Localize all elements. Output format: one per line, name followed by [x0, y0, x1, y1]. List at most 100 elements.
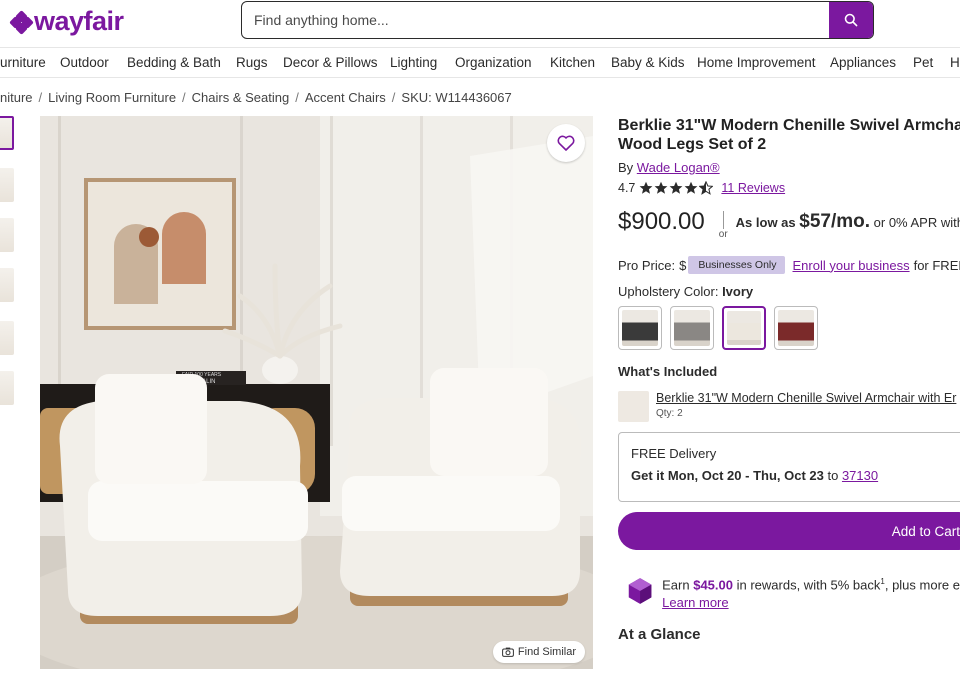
nav-item-home-improvement[interactable]: Home Improvement — [697, 55, 816, 70]
businesses-only-badge: Businesses Only — [688, 256, 785, 274]
swatch-ivory[interactable] — [722, 306, 766, 350]
whats-included-heading: What's Included — [618, 364, 718, 379]
swatch-gray-preview — [674, 310, 710, 346]
header: wayfair — [0, 0, 960, 44]
thumbnail-1[interactable] — [0, 116, 14, 150]
or-label: or — [718, 229, 728, 240]
nav-item-appliances[interactable]: Appliances — [830, 55, 896, 70]
enroll-business-link[interactable]: Enroll your business — [793, 258, 910, 273]
color-label: Upholstery Color: — [618, 284, 719, 299]
financing-prefix: As low as — [735, 215, 796, 230]
financing-info[interactable]: As low as $57/mo. or 0% APR with — [736, 211, 960, 233]
rewards-suffix-2: , plus more e — [884, 577, 960, 593]
included-item-qty: Qty: 2 — [656, 408, 683, 419]
nav-item-decor-pillows[interactable]: Decor & Pillows — [283, 55, 378, 70]
search-input[interactable] — [242, 2, 829, 38]
star-icon — [669, 181, 683, 194]
nav-item-h[interactable]: H — [950, 55, 960, 70]
pro-price-label: Pro Price: — [618, 257, 676, 273]
brand-link[interactable]: Wade Logan® — [637, 160, 720, 175]
nav-item-bedding-bath[interactable]: Bedding & Bath — [127, 55, 221, 70]
price: $900.00 — [618, 208, 705, 235]
add-to-cart-button[interactable]: Add to Cart — [618, 512, 960, 550]
wayfair-logo-mark-icon — [9, 9, 34, 35]
nav-item-organization[interactable]: Organization — [455, 55, 532, 70]
thumbnail-2[interactable] — [0, 168, 14, 202]
star-icon — [654, 181, 668, 194]
rewards-suffix: in rewards, with 5% back — [736, 577, 881, 593]
zip-code-link[interactable]: 37130 — [842, 468, 878, 483]
favorite-button[interactable] — [547, 124, 585, 162]
heart-icon — [557, 135, 575, 151]
swatch-black[interactable] — [618, 306, 662, 350]
nav-item-urniture[interactable]: urniture — [0, 55, 46, 70]
product-title-line-2: Wood Legs Set of 2 — [618, 136, 767, 153]
search-button[interactable] — [829, 2, 873, 38]
included-item-link[interactable]: Berklie 31"W Modern Chenille Swivel Armc… — [656, 391, 956, 405]
nav-item-rugs[interactable]: Rugs — [236, 55, 268, 70]
nav-item-lighting[interactable]: Lighting — [390, 55, 437, 70]
logo-text: wayfair — [34, 6, 124, 36]
rewards-gem-icon — [628, 578, 652, 604]
find-similar-button[interactable]: Find Similar — [492, 641, 585, 663]
thumbnail-6[interactable] — [0, 371, 14, 405]
learn-more-link[interactable]: Learn more — [662, 594, 960, 612]
star-icon — [639, 181, 653, 194]
thumbnail-3[interactable] — [0, 218, 14, 252]
breadcrumb-separator: / — [391, 90, 396, 105]
add-to-cart-label: Add to Cart — [891, 523, 960, 539]
find-similar-label: Find Similar — [517, 646, 576, 658]
breadcrumb-living-room[interactable]: Living Room Furniture — [48, 90, 176, 105]
star-icon — [684, 181, 698, 194]
thumbnail-5[interactable] — [0, 321, 14, 355]
financing-suffix: or 0% APR with — [873, 215, 960, 230]
nav-item-outdoor[interactable]: Outdoor — [60, 55, 109, 70]
search-bar — [241, 1, 874, 39]
product-photo: FAIR 100 YEARS AY MALIN — [40, 116, 593, 669]
swatch-burgundy-preview — [778, 310, 814, 346]
rewards-amount: $45.00 — [693, 577, 733, 593]
star-rating — [639, 181, 714, 195]
upholstery-color-row: Upholstery Color: Ivory — [618, 284, 960, 299]
nav-item-pet[interactable]: Pet — [913, 55, 933, 70]
delivery-estimate: Get it Mon, Oct 20 - Thu, Oct 23 to 3713… — [631, 468, 960, 483]
rewards-prefix: Earn — [662, 577, 690, 593]
enroll-suffix: for FREE to — [913, 257, 960, 273]
product-title-line-1: Berklie 31"W Modern Chenille Swivel Armc… — [618, 117, 960, 134]
breadcrumb: niture / Living Room Furniture / Chairs & Se… — [0, 90, 512, 105]
breadcrumb-separator: / — [295, 90, 299, 105]
thumbnail-4[interactable] — [0, 268, 14, 302]
brand-byline: By Wade Logan® — [618, 160, 960, 175]
swatch-black-preview — [622, 310, 658, 346]
nav-item-kitchen[interactable]: Kitchen — [550, 55, 595, 70]
delivery-box: FREE Delivery Get it Mon, Oct 20 - Thu, … — [618, 432, 960, 502]
included-item: Berklie 31"W Modern Chenille Swivel Armc… — [618, 391, 960, 422]
rating-row: 4.7 11 Reviews — [618, 181, 960, 195]
wayfair-logo[interactable]: wayfair — [9, 6, 124, 37]
swatch-burgundy[interactable] — [774, 306, 818, 350]
by-label: By — [618, 160, 634, 175]
delivery-title: FREE Delivery — [631, 446, 717, 461]
product-details: Berklie 31"W Modern Chenille Swivel Armc… — [618, 116, 960, 643]
product-main-image[interactable]: FAIR 100 YEARS AY MALIN Find Similar — [40, 116, 593, 669]
breadcrumb-chairs-seating[interactable]: Chairs & Seating — [192, 90, 290, 105]
breadcrumb-accent-chairs[interactable]: Accent Chairs — [305, 90, 386, 105]
pro-price-row: Pro Price: $ Businesses Only Enroll your… — [618, 256, 960, 274]
breadcrumb-separator: / — [182, 90, 186, 105]
reviews-link[interactable]: 11 Reviews — [721, 181, 785, 195]
nav-item-baby-kids[interactable]: Baby & Kids — [611, 55, 685, 70]
delivery-to: to — [827, 468, 839, 483]
at-a-glance-heading: At a Glance — [618, 626, 701, 644]
included-item-thumbnail[interactable] — [618, 391, 649, 422]
search-icon — [844, 13, 858, 27]
or-divider: or — [719, 204, 728, 240]
swatch-ivory-preview — [727, 311, 761, 345]
rating-value: 4.7 — [618, 181, 636, 195]
swatch-gray[interactable] — [670, 306, 714, 350]
price-row: $900.00 or As low as $57/mo. or 0% APR w… — [618, 204, 960, 240]
breadcrumb-separator: / — [38, 90, 43, 105]
breadcrumb-furniture[interactable]: niture — [0, 90, 33, 105]
color-swatches — [618, 306, 960, 350]
product-title: Berklie 31"W Modern Chenille Swivel Armc… — [618, 116, 960, 154]
color-value: Ivory — [722, 284, 754, 299]
